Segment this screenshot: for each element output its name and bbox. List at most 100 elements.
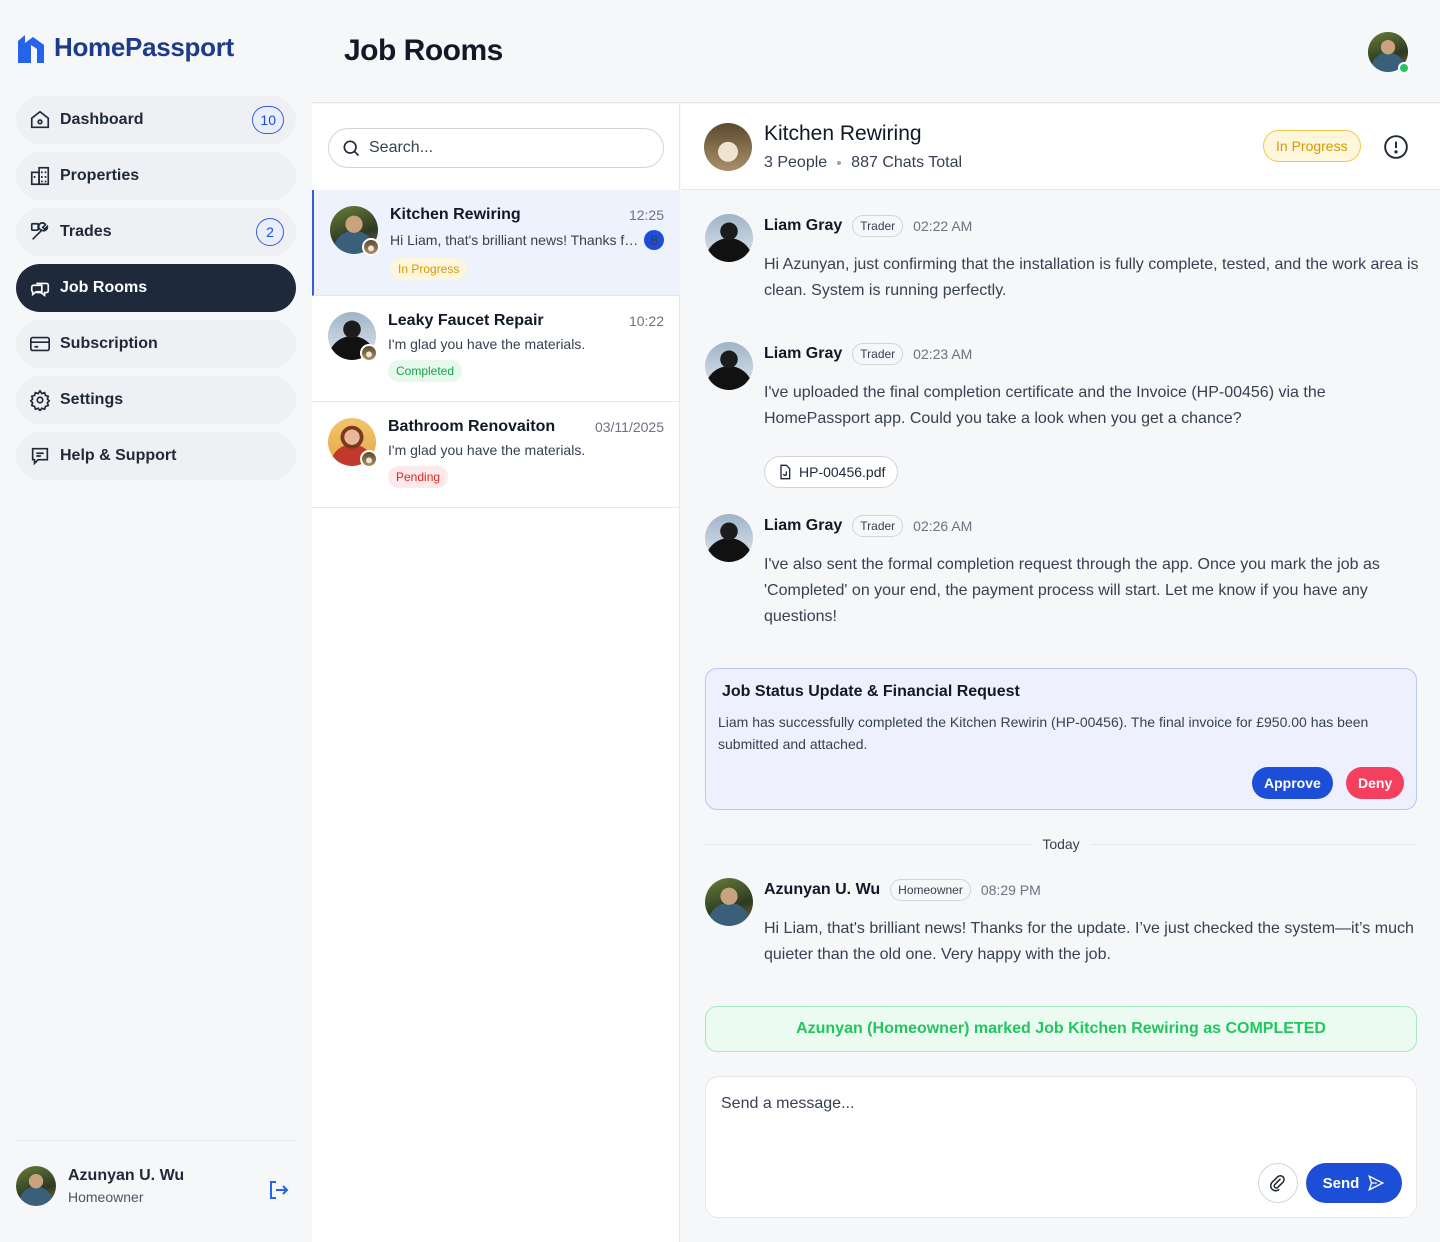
top-header: Job Rooms: [312, 0, 1440, 103]
system-event-banner: Azunyan (Homeowner) marked Job Kitchen R…: [705, 1006, 1417, 1052]
chat-icon: [28, 276, 52, 300]
sidebar-item-label: Subscription: [60, 335, 158, 352]
send-label: Send: [1322, 1174, 1360, 1192]
room-avatar: [328, 418, 378, 468]
sender-role-tag: Trader: [852, 215, 904, 237]
message-thread: Liam Gray Trader 02:22 AM Hi Azunyan, ju…: [681, 190, 1440, 1242]
room-item-bathroom-renovation[interactable]: Bathroom Renovaiton 03/11/2025 I'm glad …: [312, 402, 680, 508]
sidebar-item-dashboard[interactable]: Dashboard 10: [16, 96, 296, 144]
logo-icon: [18, 34, 44, 63]
message-body: I've uploaded the final completion certi…: [764, 384, 1326, 427]
property-thumb: [360, 344, 378, 362]
user-role: Homeowner: [68, 1189, 144, 1205]
logout-icon[interactable]: [266, 1178, 290, 1207]
status-badge: In Progress: [390, 258, 468, 280]
room-time: 03/11/2025: [594, 419, 664, 435]
sender-role-tag: Trader: [852, 515, 904, 537]
sidebar-divider: [16, 1140, 296, 1141]
deny-button[interactable]: Deny: [1346, 767, 1405, 799]
current-user: Azunyan U. Wu Homeowner: [16, 1166, 296, 1206]
rooms-list: Kitchen Rewiring 12:25 Hi Liam, that's b…: [312, 190, 680, 508]
sender-avatar[interactable]: [705, 514, 753, 562]
attach-button[interactable]: [1258, 1163, 1298, 1203]
trades-count-badge: 2: [256, 218, 284, 246]
profile-avatar[interactable]: [1368, 32, 1410, 74]
app-logo[interactable]: HomePassport: [16, 32, 234, 63]
user-name: Azunyan U. Wu: [68, 1167, 185, 1184]
sidebar-item-properties[interactable]: Properties: [16, 152, 296, 200]
message-time: 02:23 AM: [913, 346, 973, 362]
sender-name: Liam Gray: [764, 217, 843, 234]
sidebar-item-help[interactable]: Help & Support: [16, 432, 296, 480]
sidebar: HomePassport Dashboard 10 Properties Tra…: [0, 0, 312, 1242]
separator-dot: [837, 161, 842, 165]
sidebar-item-label: Help & Support: [60, 447, 177, 464]
search-input[interactable]: [369, 139, 649, 157]
date-divider: Today: [705, 834, 1418, 854]
status-badge: Completed: [388, 360, 463, 382]
sidebar-item-subscription[interactable]: Subscription: [16, 320, 296, 368]
request-body: Liam has successfully completed the Kitc…: [718, 714, 1369, 752]
job-status-request-card: Job Status Update & Financial Request Li…: [705, 668, 1417, 810]
sender-name: Liam Gray: [764, 345, 843, 362]
sidebar-item-label: Trades: [60, 223, 112, 240]
app-name: HomePassport: [54, 32, 234, 62]
chat-title: Kitchen Rewiring: [764, 122, 922, 145]
property-thumb: [360, 450, 378, 468]
message-input[interactable]: [721, 1095, 1381, 1155]
message-time: 02:22 AM: [913, 218, 973, 234]
home-icon: [28, 108, 52, 132]
room-time: 12:25: [628, 207, 664, 223]
sender-avatar[interactable]: [705, 878, 753, 926]
date-divider-label: Today: [1042, 836, 1080, 852]
job-status-badge: In Progress: [1263, 130, 1361, 162]
job-room-list: Kitchen Rewiring 12:25 Hi Liam, that's b…: [312, 104, 680, 1242]
search-box[interactable]: [328, 128, 664, 168]
attachment-name: HP-00456.pdf: [799, 464, 886, 480]
room-item-leaky-faucet[interactable]: Leaky Faucet Repair 10:22 I'm glad you h…: [312, 296, 680, 402]
message-time: 02:26 AM: [913, 518, 973, 534]
dashboard-count-badge: 10: [252, 106, 284, 134]
chat-header: Kitchen Rewiring 3 People 887 Chats Tota…: [681, 104, 1440, 190]
sender-role-tag: Trader: [852, 343, 904, 365]
room-preview: I'm glad you have the materials.: [388, 442, 586, 458]
approve-button[interactable]: Approve: [1252, 767, 1333, 799]
sender-role-tag: Homeowner: [890, 879, 971, 901]
room-preview: I'm glad you have the materials.: [388, 336, 586, 352]
request-title: Job Status Update & Financial Request: [722, 683, 1020, 700]
message-body: Hi Azunyan, just confirming that the ins…: [764, 256, 1419, 299]
sender-avatar[interactable]: [705, 214, 753, 262]
sidebar-item-settings[interactable]: Settings: [16, 376, 296, 424]
sender-avatar[interactable]: [705, 342, 753, 390]
room-avatar: [330, 206, 380, 256]
help-chat-icon: [28, 444, 52, 468]
send-button[interactable]: Send: [1306, 1163, 1402, 1203]
room-name: Leaky Faucet Repair: [388, 312, 544, 329]
buildings-icon: [28, 164, 52, 188]
message-body: Hi Liam, that's brilliant news! Thanks f…: [764, 920, 1414, 963]
attachment-chip[interactable]: HP-00456.pdf: [764, 456, 899, 488]
file-icon: [780, 464, 791, 480]
room-item-kitchen-rewiring[interactable]: Kitchen Rewiring 12:25 Hi Liam, that's b…: [312, 190, 680, 296]
sidebar-item-trades[interactable]: Trades 2: [16, 208, 296, 256]
sidebar-item-job-rooms[interactable]: Job Rooms: [16, 264, 296, 312]
message-body: I've also sent the formal completion req…: [764, 556, 1380, 625]
room-name: Kitchen Rewiring: [390, 206, 521, 223]
room-name: Bathroom Renovaiton: [388, 418, 556, 435]
room-avatar: [328, 312, 378, 362]
property-thumb: [362, 238, 380, 256]
status-badge: Pending: [388, 466, 449, 488]
unread-badge: 8: [644, 230, 664, 250]
search-icon: [343, 140, 360, 157]
people-count: 3 People: [764, 154, 828, 171]
sender-name: Azunyan U. Wu: [764, 881, 881, 898]
sidebar-item-label: Properties: [60, 167, 140, 184]
paperclip-icon: [1269, 1174, 1285, 1192]
sidebar-item-label: Dashboard: [60, 111, 144, 128]
user-avatar[interactable]: [16, 1166, 56, 1206]
sidebar-item-label: Settings: [60, 391, 124, 408]
chats-total: 887 Chats Total: [851, 154, 963, 171]
card-icon: [28, 332, 52, 356]
info-icon[interactable]: [1383, 134, 1409, 165]
sidebar-nav: Dashboard 10 Properties Trades 2 Job Roo…: [16, 96, 296, 488]
